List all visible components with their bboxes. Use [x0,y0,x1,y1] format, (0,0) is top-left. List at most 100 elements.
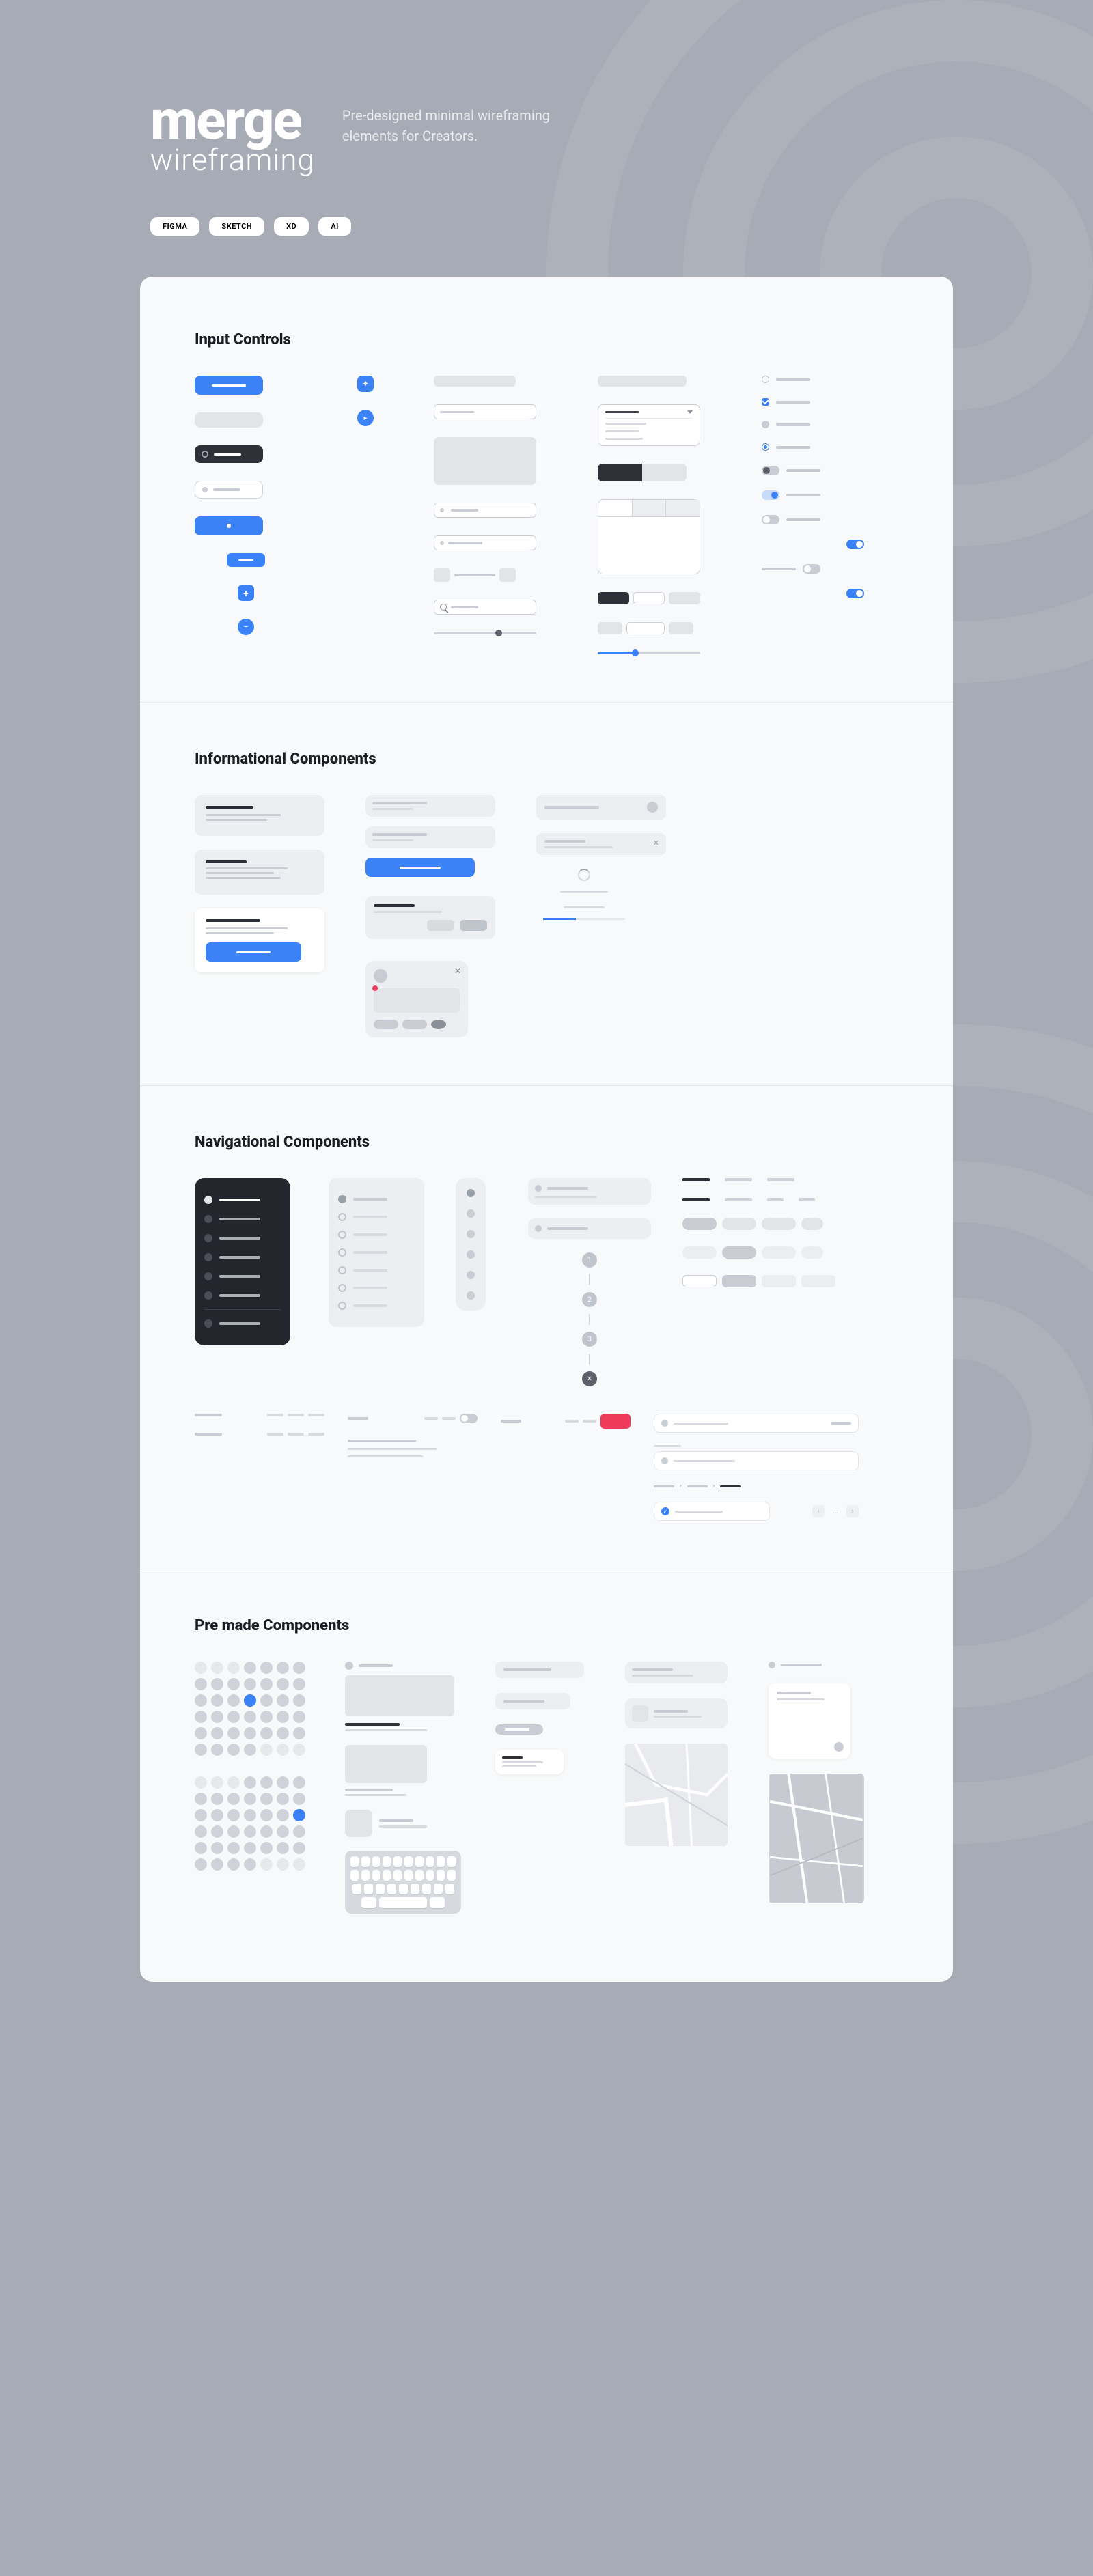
dropdown-option[interactable] [605,430,639,432]
calendar-day[interactable] [195,1825,207,1838]
tab[interactable] [725,1198,752,1201]
map-dark[interactable] [769,1774,864,1903]
pill[interactable] [682,1275,717,1287]
calendar-day[interactable] [277,1793,289,1805]
rail-item[interactable] [467,1291,475,1300]
calendar-day[interactable] [227,1776,240,1789]
calendar-day[interactable] [211,1711,223,1723]
calendar-day[interactable] [293,1776,305,1789]
chip[interactable] [626,622,665,634]
calendar-day[interactable] [260,1858,273,1871]
calendar-day[interactable] [293,1858,305,1871]
calendar-day[interactable] [293,1727,305,1739]
calendar-day[interactable] [260,1662,273,1674]
dropdown-open[interactable] [598,404,700,446]
pill[interactable] [722,1218,756,1230]
small-primary-button[interactable] [227,553,265,567]
calendar-day[interactable] [277,1776,289,1789]
rail-item[interactable] [467,1209,475,1218]
pill[interactable] [762,1246,796,1259]
calendar-day[interactable] [211,1662,223,1674]
calendar-day[interactable] [244,1776,256,1789]
sidebar-item[interactable] [204,1248,281,1267]
chip[interactable] [633,592,665,604]
slider-grey[interactable] [434,632,536,634]
calendar-day[interactable] [293,1809,305,1821]
calendar-day[interactable] [227,1793,240,1805]
calendar-day[interactable] [227,1711,240,1723]
calendar-day[interactable] [277,1842,289,1854]
calendar-day[interactable] [260,1809,273,1821]
play-icon[interactable]: ▸ [357,410,374,426]
tab[interactable] [682,1178,710,1181]
calendar-day[interactable] [211,1678,223,1690]
sidebar-item[interactable] [204,1267,281,1286]
calendar-day[interactable] [293,1711,305,1723]
calendar-day[interactable] [227,1858,240,1871]
text-input[interactable] [434,376,516,387]
calendar-2[interactable] [195,1776,318,1871]
toggle[interactable] [460,1414,478,1423]
calendar-day[interactable] [260,1678,273,1690]
page-prev[interactable]: ‹ [812,1505,825,1517]
close-icon[interactable]: ✕ [653,839,659,848]
calendar-day[interactable] [293,1744,305,1756]
stepper-input[interactable] [434,568,550,582]
sidebar-item[interactable] [338,1190,415,1208]
sidebar-item[interactable] [204,1314,281,1333]
sidebar-item[interactable] [204,1190,281,1209]
bordered-button[interactable] [195,481,263,499]
slider-blue[interactable] [598,652,700,654]
calendar-day[interactable] [195,1727,207,1739]
calendar-day[interactable] [293,1678,305,1690]
map-light[interactable] [625,1744,728,1846]
calendar-day[interactable] [244,1694,256,1707]
calendar-day[interactable] [211,1809,223,1821]
pill[interactable] [762,1275,796,1287]
calendar-day[interactable] [293,1842,305,1854]
tabs-card[interactable] [598,499,700,574]
tab[interactable] [725,1178,752,1181]
dark-outline-button[interactable] [195,445,263,463]
secondary-button[interactable] [195,412,263,428]
calendar-day[interactable] [293,1694,305,1707]
sidebar-item[interactable] [204,1286,281,1305]
icon-button-round[interactable]: − [238,619,254,635]
step-close[interactable]: ✕ [582,1371,597,1386]
calendar-day[interactable] [211,1776,223,1789]
labeled-input[interactable] [434,503,536,518]
calendar-day[interactable] [260,1793,273,1805]
tab[interactable] [767,1178,794,1181]
calendar-day[interactable] [260,1744,273,1756]
calendar-day[interactable] [195,1793,207,1805]
calendar-day[interactable] [260,1711,273,1723]
textarea[interactable] [434,437,536,485]
chip[interactable] [669,592,700,604]
toggle-on-solo[interactable] [846,540,864,549]
calendar-day[interactable] [277,1858,289,1871]
calendar-day[interactable] [211,1793,223,1805]
pill[interactable] [722,1275,756,1287]
chip[interactable] [598,622,622,634]
calendar-day[interactable] [260,1694,273,1707]
toggle-off-light[interactable] [762,515,864,524]
pill[interactable] [801,1246,823,1259]
search-input[interactable] [434,600,536,615]
toggle-off-dark[interactable] [762,466,864,475]
settings-icon[interactable]: ✦ [357,376,374,392]
primary-cta-wide[interactable] [365,858,475,877]
calendar-day[interactable] [277,1809,289,1821]
calendar-day[interactable] [211,1842,223,1854]
rail-item[interactable] [467,1271,475,1279]
danger-button[interactable] [600,1414,631,1429]
rail-item[interactable] [467,1230,475,1238]
calendar-day[interactable] [260,1727,273,1739]
calendar-day[interactable] [195,1776,207,1789]
step[interactable]: 2 [582,1292,597,1307]
calendar-day[interactable] [244,1711,256,1723]
icon-primary-button[interactable] [195,516,263,535]
step[interactable]: 3 [582,1332,597,1347]
sidebar-item[interactable] [338,1279,415,1297]
calendar-day[interactable] [227,1744,240,1756]
calendar-day[interactable] [195,1678,207,1690]
